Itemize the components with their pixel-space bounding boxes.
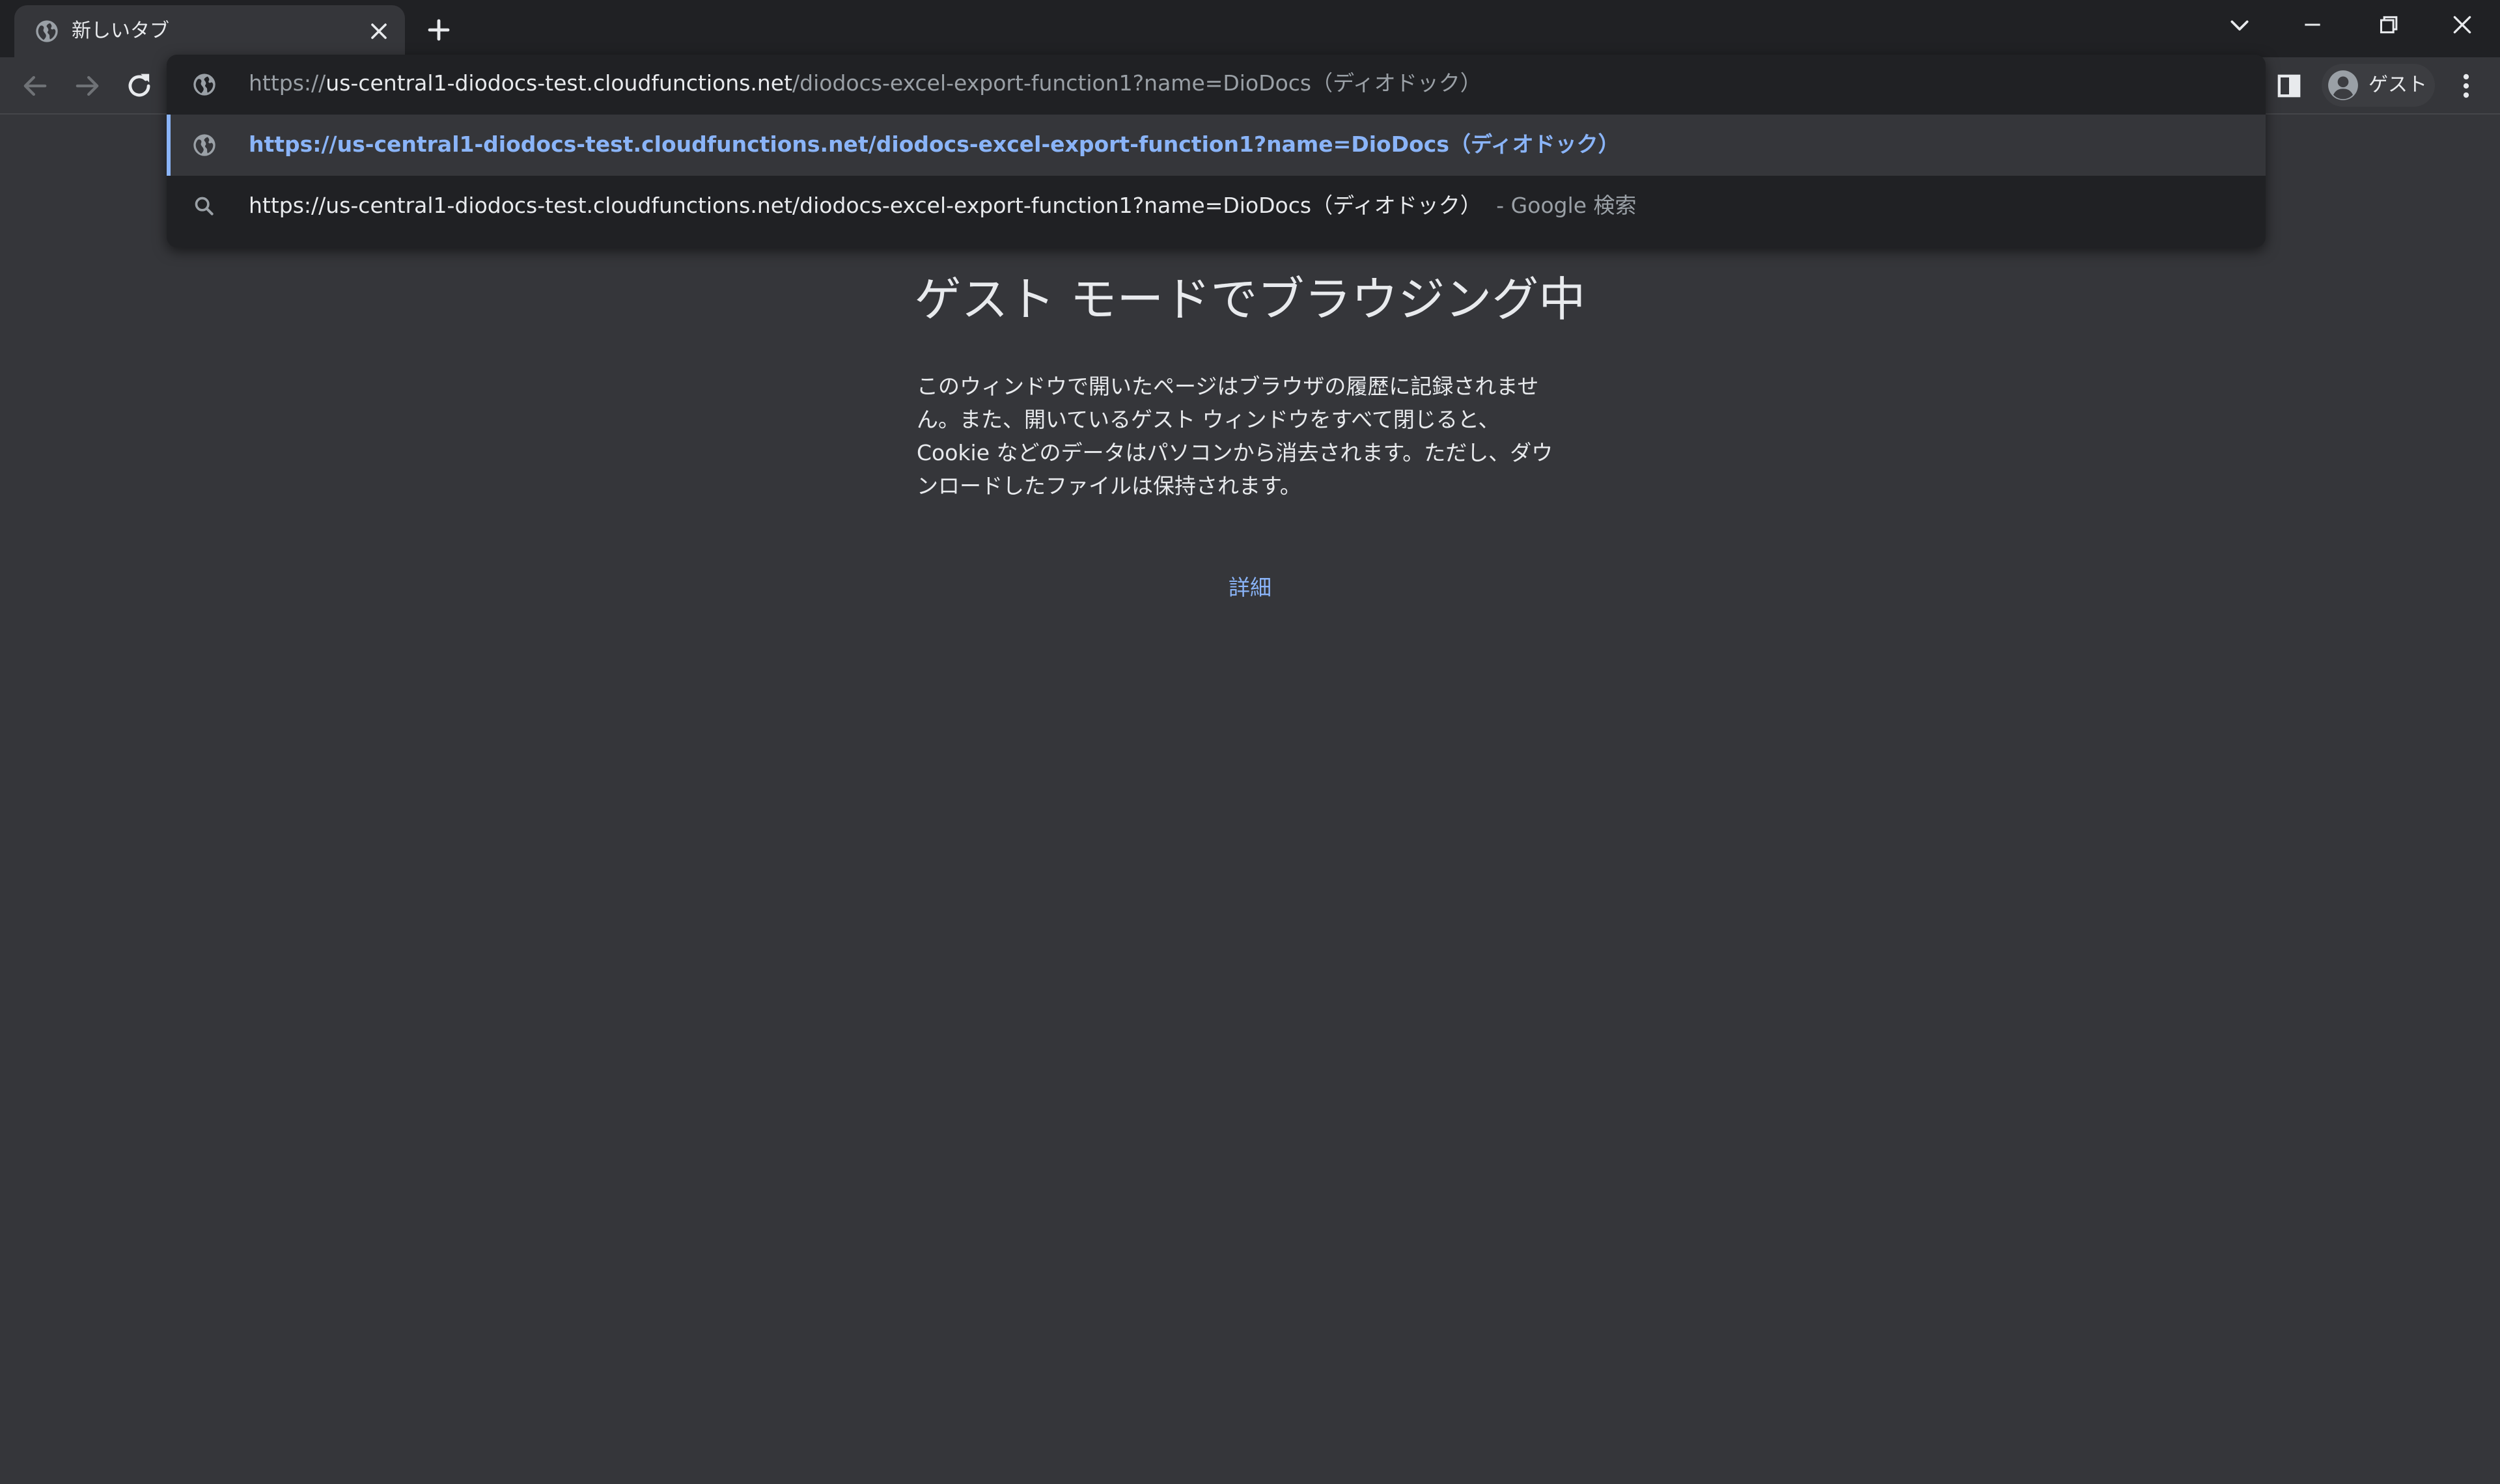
arrow-left-icon[interactable] [18,69,52,103]
selection-indicator [167,115,171,176]
close-icon[interactable] [2444,7,2480,43]
url-path: /diodocs-excel-export-function1?name=Dio… [792,70,1482,96]
suggestion-url-text: https://us-central1-diodocs-test.cloudfu… [249,131,1620,157]
tab-title: 新しいタブ [72,20,169,42]
address-input[interactable]: https://us-central1-diodocs-test.cloudfu… [249,68,1482,99]
arrow-right-icon[interactable] [70,69,104,103]
suggestion-search[interactable]: https://us-central1-diodocs-test.cloudfu… [167,176,2266,237]
suggestion-url[interactable]: https://us-central1-diodocs-test.cloudfu… [167,115,2266,176]
globe-icon [36,20,58,42]
suggestion-search-suffix: - Google 検索 [1496,193,1637,218]
url-host: us-central1-diodocs-test.cloudfunctions.… [326,70,793,96]
globe-icon [193,74,215,96]
more-vert-icon[interactable] [2449,69,2483,103]
close-icon[interactable] [366,18,392,44]
tab-new-tab[interactable]: 新しいタブ [14,5,405,57]
plus-icon[interactable] [423,14,454,46]
omnibox-popup: https://us-central1-diodocs-test.cloudfu… [167,55,2266,247]
search-icon [195,197,214,215]
tab-strip: 新しいタブ [0,0,2500,57]
address-bar[interactable]: https://us-central1-diodocs-test.cloudfu… [167,55,2266,115]
side-panel-icon[interactable] [2272,69,2306,103]
page-title: ゲスト モードでブラウジング中 [914,272,1586,327]
globe-icon [193,134,215,156]
minimize-icon[interactable] [2294,7,2331,43]
guest-mode-description: このウィンドウで開いたページはブラウザの履歴に記録されません。また、開いているゲ… [917,374,1553,499]
person-icon [2328,70,2358,100]
url-scheme: https:// [249,70,326,96]
profile-label: ゲスト [2368,74,2427,96]
suggestion-search-text: https://us-central1-diodocs-test.cloudfu… [249,193,1482,218]
restore-icon[interactable] [2370,7,2406,43]
chevron-down-icon[interactable] [2221,7,2258,43]
profile-button[interactable]: ゲスト [2322,64,2435,107]
learn-more-link[interactable]: 詳細 [1185,571,1315,604]
reload-icon[interactable] [122,69,156,103]
